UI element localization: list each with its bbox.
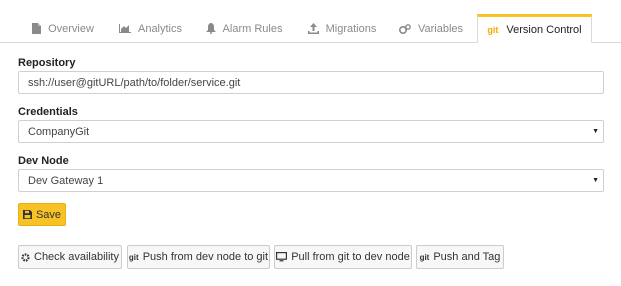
check-availability-label: Check availability [34, 251, 119, 263]
upload-icon [307, 23, 319, 34]
repository-input[interactable]: ssh://user@gitURL/path/to/folder/service… [18, 71, 604, 94]
git-icon: git [128, 252, 139, 262]
tab-alarm-rules[interactable]: Alarm Rules [198, 14, 290, 43]
chevron-down-icon: ▼ [592, 128, 599, 135]
git-icon: git [419, 252, 430, 262]
tab-migrations[interactable]: Migrations [298, 14, 386, 43]
check-availability-button[interactable]: Check availability [18, 245, 122, 269]
push-to-git-label: Push from dev node to git [142, 251, 269, 263]
tab-label: Alarm Rules [222, 22, 283, 35]
area-chart-icon [118, 24, 131, 33]
tab-overview[interactable]: Overview [18, 14, 108, 43]
git-icon: git [487, 24, 499, 35]
dev-node-select[interactable]: Dev Gateway 1 ▼ [18, 169, 604, 192]
tab-label: Analytics [137, 22, 183, 35]
save-label: Save [35, 208, 62, 221]
repository-value: ssh://user@gitURL/path/to/folder/service… [28, 76, 241, 89]
tab-label: Version Control [506, 23, 582, 36]
repository-label: Repository [18, 57, 76, 69]
credentials-select[interactable]: CompanyGit ▼ [18, 120, 604, 143]
push-to-git-button[interactable]: git Push from dev node to git [127, 245, 270, 269]
tab-version-control[interactable]: git Version Control [477, 14, 592, 43]
credentials-label: Credentials [18, 106, 78, 118]
dev-node-label: Dev Node [18, 155, 69, 167]
push-and-tag-label: Push and Tag [433, 251, 501, 263]
chevron-down-icon: ▼ [592, 177, 599, 184]
cogs-icon [398, 23, 411, 34]
save-button[interactable]: Save [18, 203, 66, 226]
bell-icon [205, 23, 216, 34]
dev-node-value: Dev Gateway 1 [28, 174, 104, 187]
gear-icon [21, 252, 30, 262]
tab-label: Overview [48, 22, 94, 35]
floppy-icon [22, 210, 32, 219]
tab-variables[interactable]: Variables [390, 14, 472, 43]
monitor-icon [276, 252, 288, 262]
tab-label: Migrations [325, 22, 377, 35]
pull-from-git-label: Pull from git to dev node [291, 251, 410, 263]
pull-from-git-button[interactable]: Pull from git to dev node [274, 245, 412, 269]
tab-bar: Overview Analytics Alarm Rules Migration… [0, 14, 621, 43]
push-and-tag-button[interactable]: git Push and Tag [416, 245, 504, 269]
credentials-value: CompanyGit [28, 125, 90, 138]
file-icon [32, 23, 42, 34]
tab-analytics[interactable]: Analytics [113, 14, 188, 43]
tab-label: Variables [417, 22, 464, 35]
